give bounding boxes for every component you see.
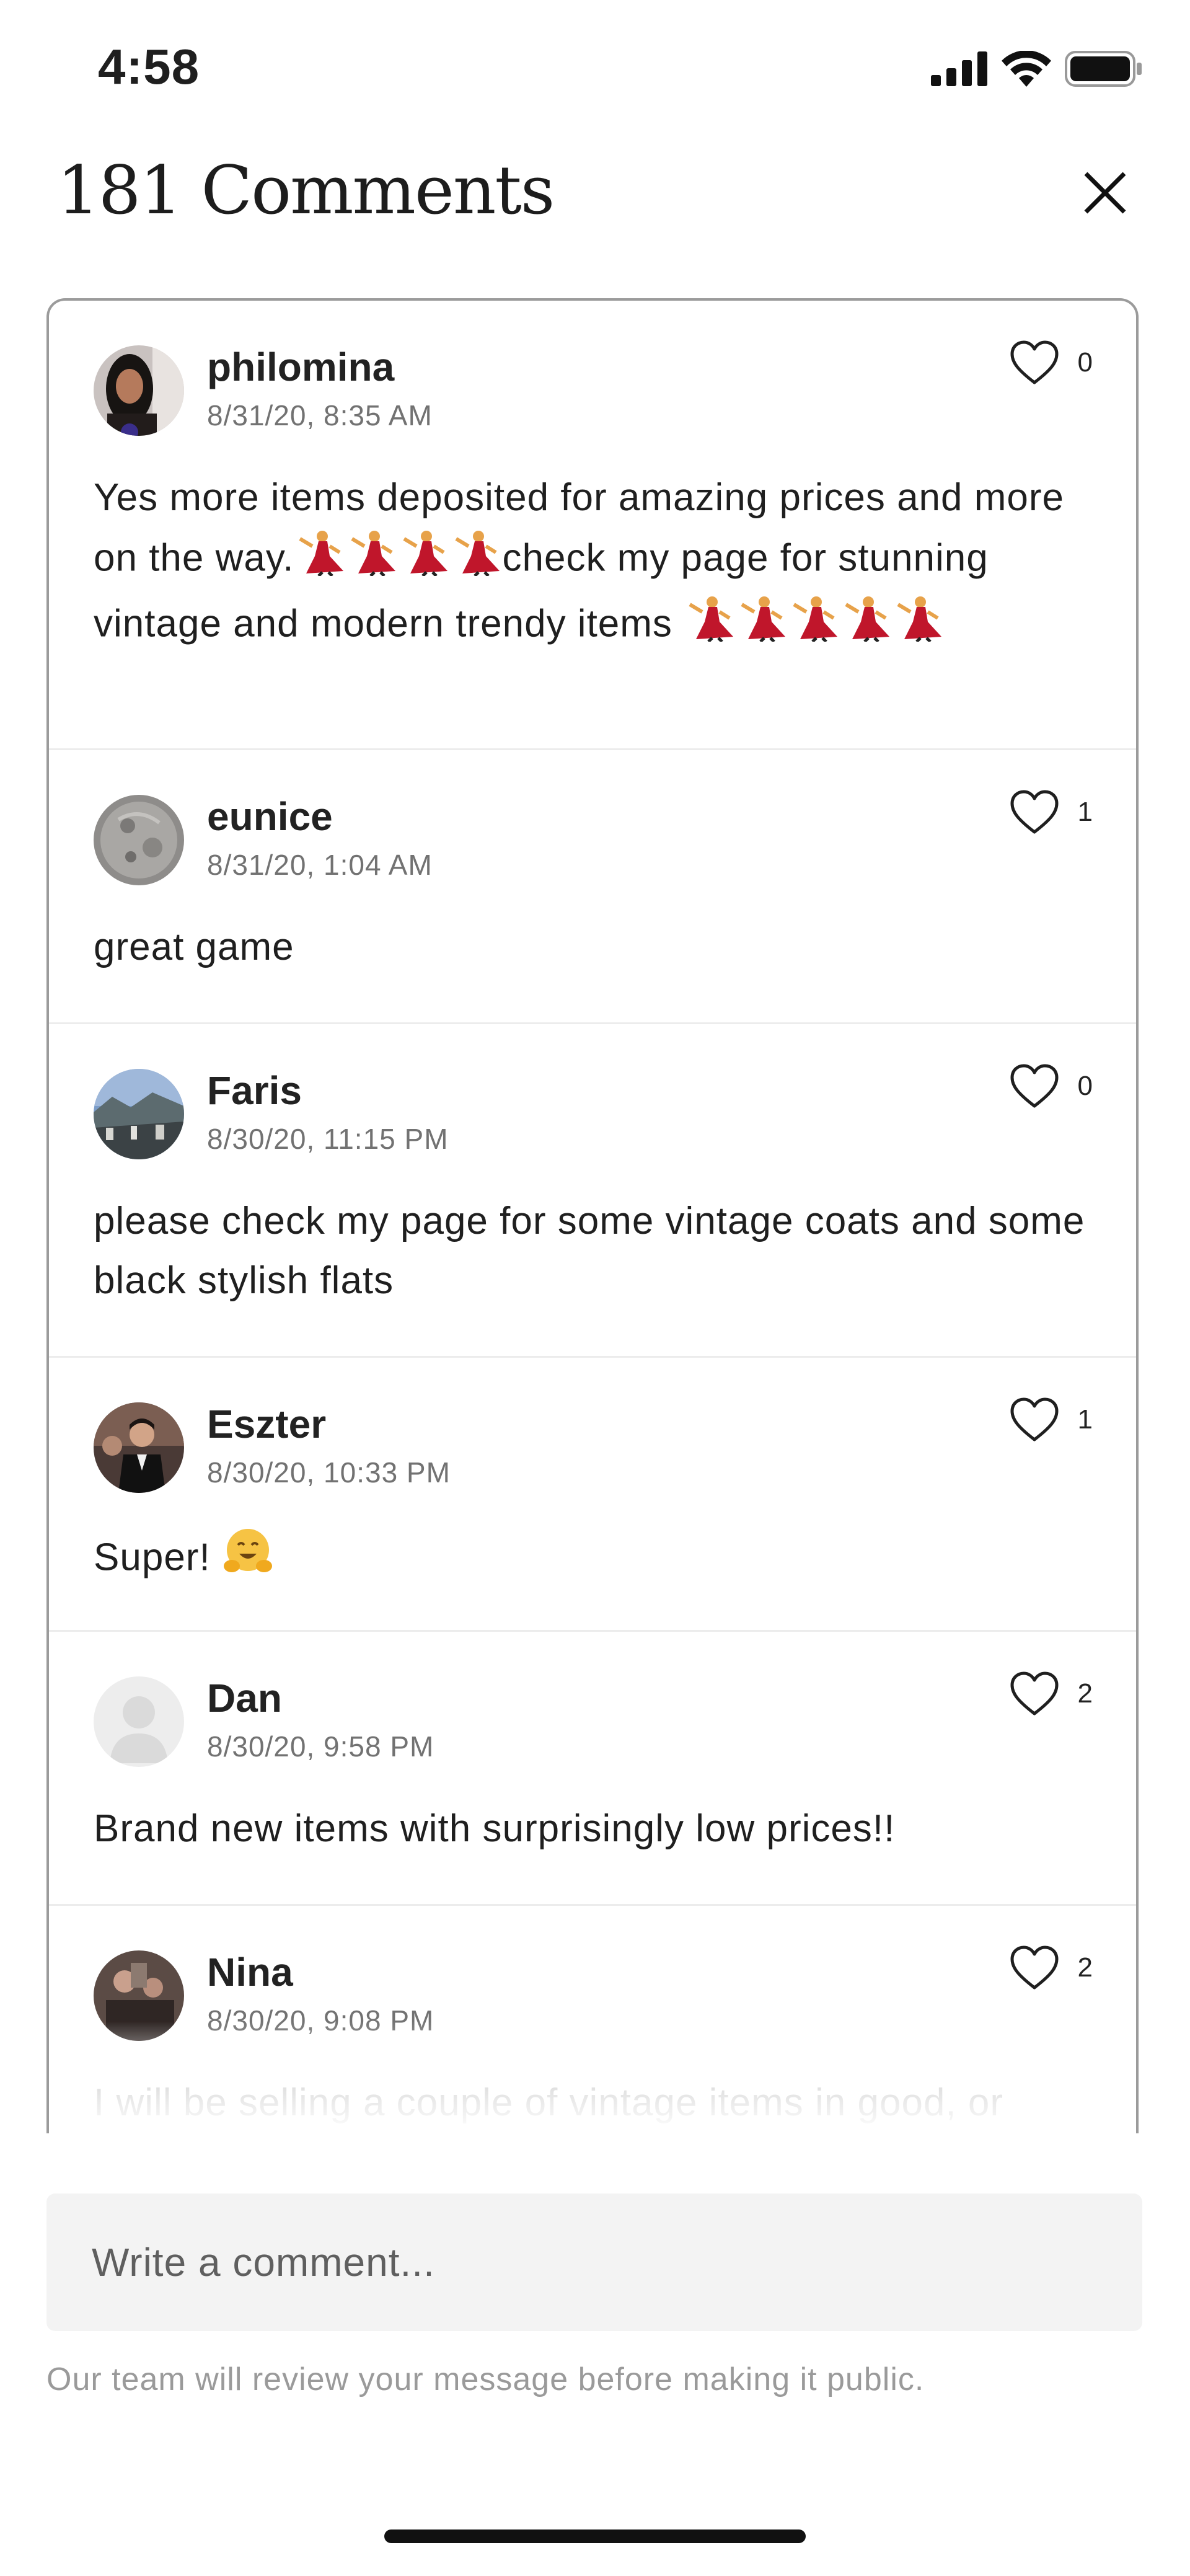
comment-composer[interactable] xyxy=(46,2193,1142,2331)
comment-username[interactable]: Faris xyxy=(207,1068,302,1113)
comment-text: Super! xyxy=(94,1525,1098,1595)
dancer-emoji xyxy=(892,593,944,659)
signal-icon xyxy=(931,51,987,86)
comment-text: I will be selling a couple of vintage it… xyxy=(94,2081,1004,2124)
status-time: 4:58 xyxy=(98,39,200,94)
comment-timestamp: 8/30/20, 9:58 PM xyxy=(207,1730,434,1763)
dancer-emoji xyxy=(840,593,892,659)
dancer-emoji xyxy=(346,528,398,593)
comment-text: great game xyxy=(94,926,294,968)
dancer-emoji xyxy=(450,528,502,593)
comment-text: please check my page for some vintage co… xyxy=(94,1200,1085,1302)
like-group: 1 xyxy=(1010,1397,1093,1442)
dancer-emoji xyxy=(736,593,788,659)
like-count: 2 xyxy=(1077,1678,1093,1709)
comment-username[interactable]: Nina xyxy=(207,1949,293,1995)
avatar[interactable] xyxy=(94,1402,184,1493)
hugging-face-emoji xyxy=(222,1525,274,1595)
avatar[interactable] xyxy=(94,1069,184,1159)
comment-username[interactable]: philomina xyxy=(207,344,394,390)
comment-timestamp: 8/31/20, 8:35 AM xyxy=(207,399,433,432)
close-icon xyxy=(1084,172,1126,214)
comment-item: philomina 8/31/20, 8:35 AM 0 Yes more it… xyxy=(49,301,1136,750)
comment-text: Yes more items deposited for amazing pri… xyxy=(94,468,1098,659)
heart-outline-icon[interactable] xyxy=(1010,340,1059,385)
comment-timestamp: 8/30/20, 10:33 PM xyxy=(207,1456,451,1489)
like-count: 2 xyxy=(1077,1952,1093,1983)
dancer-emoji xyxy=(684,593,736,659)
status-icons xyxy=(931,51,1143,87)
dancer-emoji xyxy=(788,593,840,659)
page-title: 181 Comments xyxy=(57,152,555,229)
comment-item: Faris 8/30/20, 11:15 PM 0 please check m… xyxy=(49,1024,1136,1358)
heart-outline-icon[interactable] xyxy=(1010,1945,1059,1990)
wifi-icon xyxy=(1002,51,1051,87)
comment-item: Dan 8/30/20, 9:58 PM 2 Brand new items w… xyxy=(49,1632,1136,1906)
comment-username[interactable]: Eszter xyxy=(207,1401,326,1447)
comment-input[interactable] xyxy=(92,2193,1083,2331)
heart-outline-icon[interactable] xyxy=(1010,1671,1059,1716)
avatar[interactable] xyxy=(94,1676,184,1767)
like-group: 0 xyxy=(1010,340,1093,385)
comment-username[interactable]: Dan xyxy=(207,1675,282,1721)
comment-text: Brand new items with surprisingly low pr… xyxy=(94,1807,896,1850)
comment-timestamp: 8/30/20, 9:08 PM xyxy=(207,2004,434,2037)
comment-list[interactable]: philomina 8/31/20, 8:35 AM 0 Yes more it… xyxy=(46,298,1139,2133)
like-count: 1 xyxy=(1077,1404,1093,1435)
dancer-emoji xyxy=(398,528,450,593)
comment-item: Eszter 8/30/20, 10:33 PM 1 Super! xyxy=(49,1358,1136,1632)
home-indicator xyxy=(384,2530,806,2543)
comment-timestamp: 8/30/20, 11:15 PM xyxy=(207,1123,449,1155)
heart-outline-icon[interactable] xyxy=(1010,1397,1059,1442)
comments-header: 181 Comments xyxy=(0,143,1190,291)
avatar[interactable] xyxy=(94,1950,184,2041)
status-bar: 4:58 xyxy=(0,0,1190,143)
review-note: Our team will review your message before… xyxy=(46,2361,925,2397)
heart-outline-icon[interactable] xyxy=(1010,790,1059,834)
like-count: 0 xyxy=(1077,1071,1093,1101)
like-group: 0 xyxy=(1010,1064,1093,1109)
battery-icon xyxy=(1065,51,1142,87)
comment-item: Nina 8/30/20, 9:08 PM 2 I will be sellin… xyxy=(49,1906,1136,2133)
avatar[interactable] xyxy=(94,345,184,436)
avatar[interactable] xyxy=(94,795,184,885)
close-button[interactable] xyxy=(1077,165,1133,221)
comment-item: eunice 8/31/20, 1:04 AM 1 great game xyxy=(49,750,1136,1024)
comment-timestamp: 8/31/20, 1:04 AM xyxy=(207,849,433,881)
comment-username[interactable]: eunice xyxy=(207,794,333,839)
dancer-emoji xyxy=(294,528,346,593)
like-count: 1 xyxy=(1077,797,1093,827)
like-group: 2 xyxy=(1010,1945,1093,1990)
like-count: 0 xyxy=(1077,347,1093,378)
like-group: 2 xyxy=(1010,1671,1093,1716)
comment-text-part: Super! xyxy=(94,1536,222,1579)
like-group: 1 xyxy=(1010,790,1093,834)
heart-outline-icon[interactable] xyxy=(1010,1064,1059,1109)
